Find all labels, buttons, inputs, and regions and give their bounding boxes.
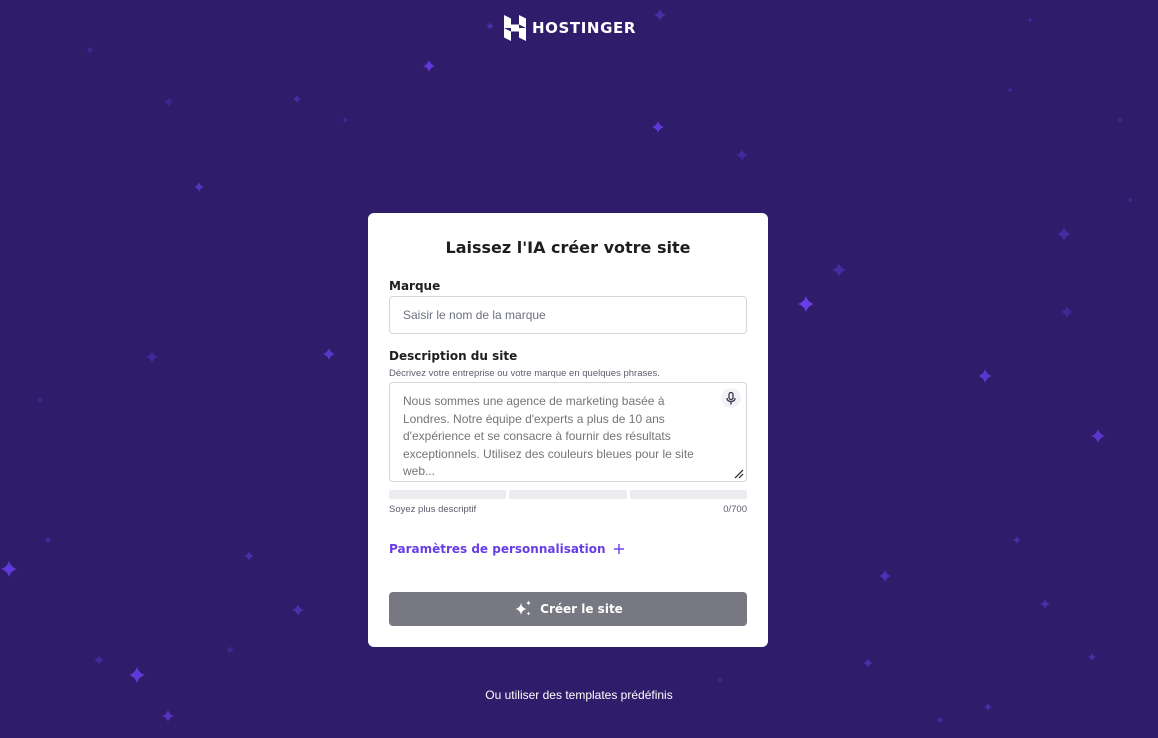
strength-bar: [509, 490, 627, 499]
create-site-button[interactable]: Créer le site: [389, 592, 747, 626]
description-textarea[interactable]: [390, 383, 746, 481]
star-decoration: [1127, 197, 1133, 203]
hostinger-logo-icon: [504, 15, 526, 41]
star-decoration: [1091, 429, 1105, 443]
hostinger-logo[interactable]: HOSTINGER: [504, 15, 636, 41]
star-decoration: [984, 703, 992, 711]
star-decoration: [832, 263, 846, 277]
star-decoration: [37, 397, 43, 403]
microphone-icon: [726, 391, 736, 404]
card-title: Laissez l'IA créer votre site: [445, 238, 691, 257]
star-decoration: [423, 60, 435, 72]
description-field-wrapper: [389, 382, 747, 482]
star-decoration: [44, 536, 52, 544]
microphone-button[interactable]: [721, 388, 741, 408]
star-decoration: [1088, 653, 1096, 661]
description-hint: Décrivez votre entreprise ou votre marqu…: [389, 368, 660, 379]
star-decoration: [1013, 536, 1021, 544]
star-decoration: [129, 667, 145, 683]
star-decoration: [146, 351, 158, 363]
logo-text: HOSTINGER: [532, 19, 636, 37]
star-decoration: [486, 22, 494, 30]
strength-label: Soyez plus descriptif: [389, 504, 477, 515]
star-decoration: [1, 561, 17, 577]
star-decoration: [652, 121, 664, 133]
strength-bar: [389, 490, 507, 499]
sparkles-icon: [515, 600, 532, 616]
create-site-label: Créer le site: [540, 602, 623, 616]
star-decoration: [94, 655, 104, 665]
plus-icon: [613, 544, 624, 554]
star-decoration: [879, 570, 891, 582]
star-decoration: [244, 551, 254, 561]
strength-bar: [629, 490, 747, 499]
star-decoration: [1007, 87, 1013, 93]
star-decoration: [162, 710, 174, 722]
resize-handle-icon[interactable]: [734, 469, 744, 479]
star-decoration: [654, 9, 666, 21]
star-decoration: [86, 46, 94, 54]
description-strength-meter: [389, 490, 747, 499]
star-decoration: [1117, 117, 1123, 123]
templates-link[interactable]: Ou utiliser des templates prédéfinis: [0, 688, 1158, 702]
customization-label: Paramètres de personnalisation: [389, 542, 606, 556]
star-decoration: [226, 646, 234, 654]
star-decoration: [717, 677, 723, 683]
star-decoration: [1057, 227, 1071, 241]
star-decoration: [736, 149, 748, 161]
star-decoration: [798, 296, 814, 312]
character-counter: 0/700: [723, 504, 747, 515]
star-decoration: [342, 117, 348, 123]
star-decoration: [293, 95, 301, 103]
brand-input[interactable]: [389, 296, 747, 334]
star-decoration: [863, 658, 873, 668]
customization-settings-toggle[interactable]: Paramètres de personnalisation: [389, 542, 624, 556]
star-decoration: [292, 604, 304, 616]
star-decoration: [1061, 306, 1073, 318]
description-label: Description du site: [389, 349, 518, 363]
star-decoration: [978, 369, 992, 383]
star-decoration: [323, 348, 335, 360]
star-decoration: [164, 97, 174, 107]
star-decoration: [1027, 17, 1033, 23]
ai-builder-card: Laissez l'IA créer votre site Marque Des…: [368, 213, 768, 647]
brand-label: Marque: [389, 279, 441, 293]
star-decoration: [936, 716, 944, 724]
star-decoration: [1040, 599, 1050, 609]
star-decoration: [194, 182, 204, 192]
